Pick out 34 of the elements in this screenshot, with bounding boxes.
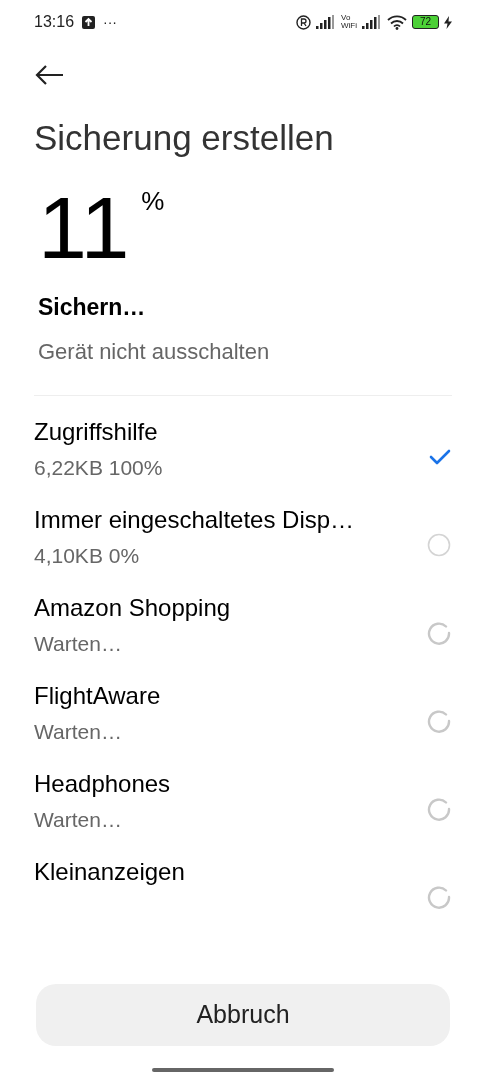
upload-icon (82, 15, 96, 29)
progress-hint: Gerät nicht ausschalten (38, 338, 271, 366)
registered-icon (296, 14, 311, 30)
wifi-icon (387, 14, 407, 30)
item-name: FlightAware (34, 681, 161, 711)
progress-state: Sichern… (38, 293, 147, 322)
progress-percent: 11 (38, 180, 130, 276)
item-name: Zugriffshilfe (34, 417, 159, 447)
item-name: Immer eingeschaltetes Disp… (34, 505, 355, 535)
vowifi-label: Vo (341, 14, 352, 22)
check-icon (429, 449, 451, 465)
item-status: Warten… (34, 631, 123, 657)
item-status: Warten… (34, 807, 123, 833)
spinner-icon (427, 797, 451, 821)
back-icon[interactable] (34, 64, 64, 86)
page-title: Sicherung erstellen (34, 117, 335, 159)
item-name: Kleinanzeigen (34, 857, 185, 887)
more-notifications: ··· (103, 12, 118, 32)
spinner-icon (427, 621, 451, 645)
battery: 72 (412, 15, 439, 29)
item-name: Amazon Shopping (34, 593, 231, 623)
item-status: 6,22KB 100% (34, 455, 163, 481)
spinner-icon (427, 885, 451, 909)
clock: 13:16 (34, 12, 75, 32)
spinner-icon (427, 709, 451, 733)
item-status: Warten… (34, 719, 123, 745)
signal-icon (316, 15, 336, 29)
radio-icon (427, 533, 451, 557)
cancel-button[interactable]: Abbruch (36, 984, 450, 1046)
vowifi-label: WiFi (341, 22, 357, 30)
signal-icon (362, 15, 382, 29)
item-name: Headphones (34, 769, 171, 799)
item-status: 4,10KB 0% (34, 543, 141, 569)
percent-sign: % (141, 185, 165, 218)
